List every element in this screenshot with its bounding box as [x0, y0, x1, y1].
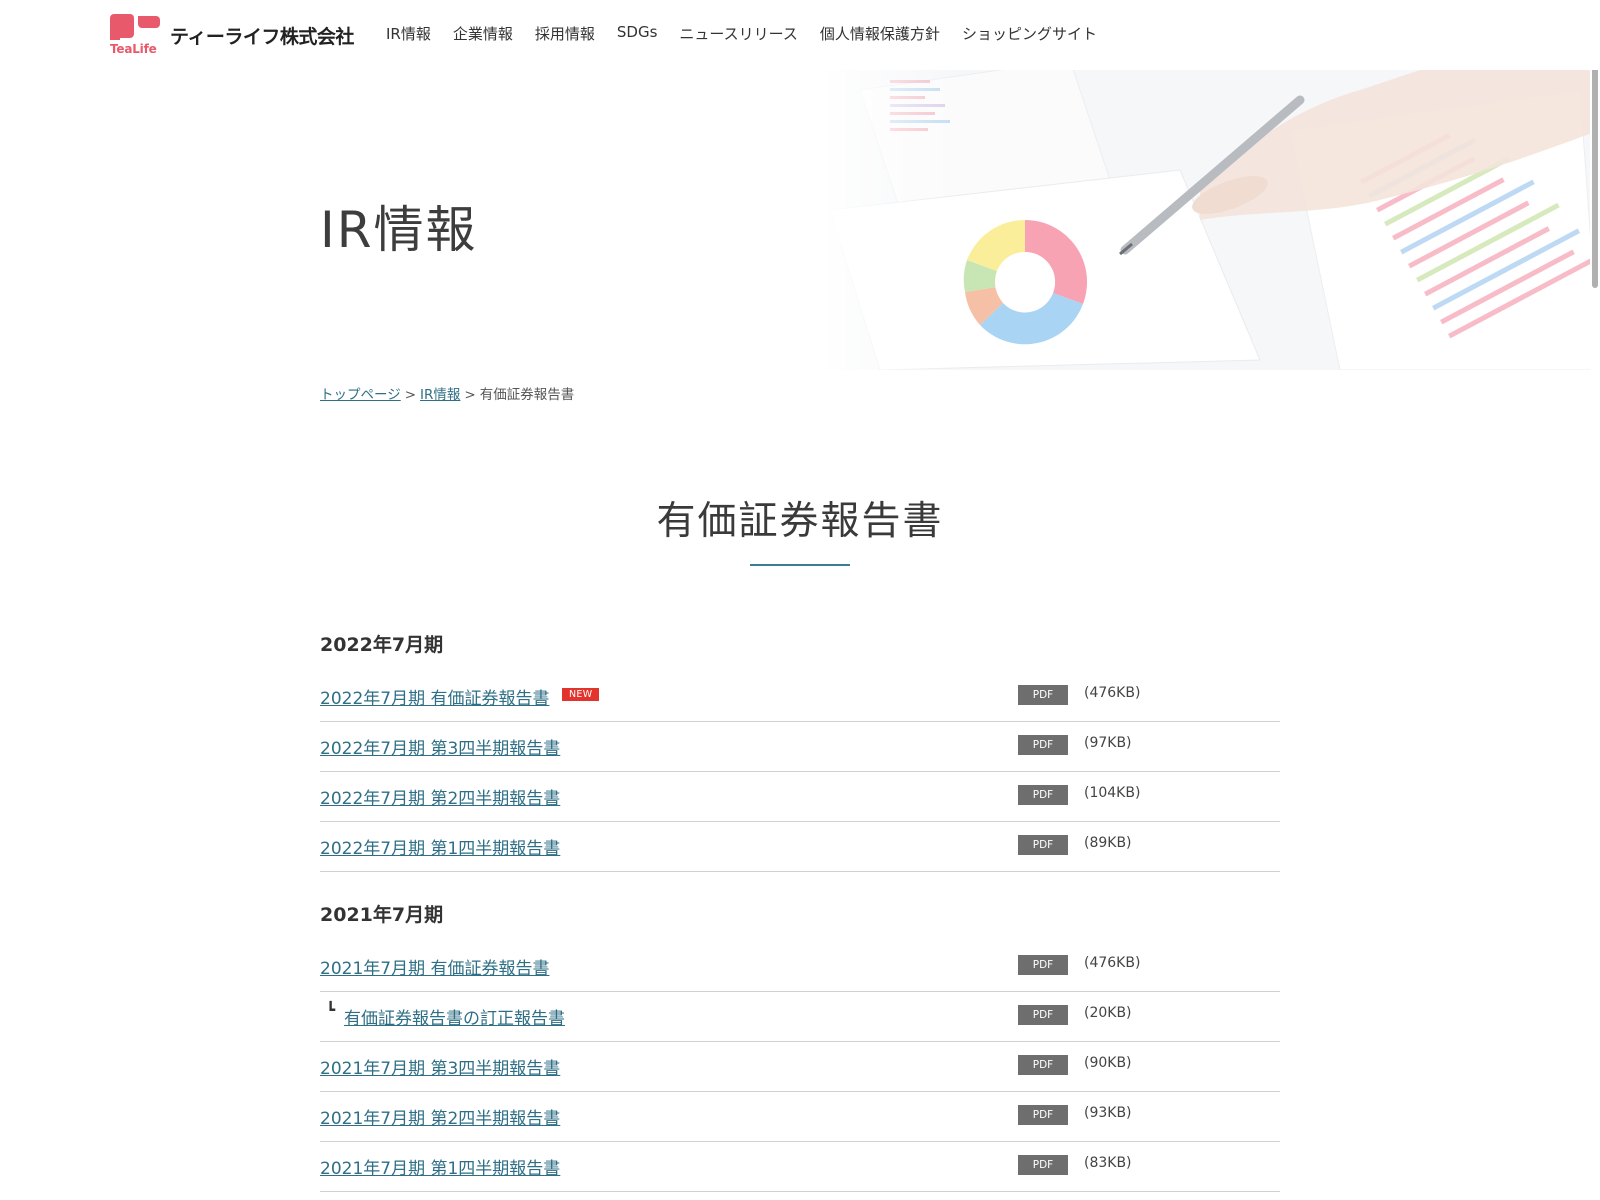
title-underline	[750, 564, 850, 566]
main-nav: IR情報 企業情報 採用情報 SDGs ニュースリリース 個人情報保護方針 ショ…	[386, 23, 1097, 44]
year-group-2021: 2021年7月期 2021年7月期 有価証券報告書 PDF (476KB) ┗ …	[320, 898, 1280, 1192]
section-title: 有価証券報告書	[656, 499, 944, 544]
document-link[interactable]: 2022年7月期 第2四半期報告書	[320, 784, 560, 809]
breadcrumb-top[interactable]: トップページ	[320, 387, 401, 403]
nav-ir[interactable]: IR情報	[386, 23, 431, 44]
document-list: 2022年7月期 2022年7月期 有価証券報告書 NEW PDF (476KB…	[320, 628, 1280, 1192]
document-link[interactable]: 2021年7月期 第1四半期報告書	[320, 1154, 560, 1179]
breadcrumb: トップページ > IR情報 > 有価証券報告書	[320, 383, 574, 403]
file-size: (90KB)	[1084, 1055, 1132, 1071]
file-size: (83KB)	[1084, 1155, 1132, 1171]
nav-company[interactable]: 企業情報	[453, 23, 513, 44]
pdf-icon[interactable]: PDF	[1018, 835, 1068, 855]
nav-shopping[interactable]: ショッピングサイト	[962, 23, 1097, 44]
list-item: 2021年7月期 有価証券報告書 PDF (476KB)	[320, 942, 1280, 992]
hero-chart-illustration	[820, 70, 1600, 370]
list-item: 2021年7月期 第3四半期報告書 PDF (90KB)	[320, 1042, 1280, 1092]
breadcrumb-separator: >	[464, 387, 476, 403]
nav-privacy[interactable]: 個人情報保護方針	[820, 23, 940, 44]
company-name[interactable]: ティーライフ株式会社	[170, 22, 354, 49]
nav-news[interactable]: ニュースリリース	[679, 23, 798, 44]
list-item: 2022年7月期 第1四半期報告書 PDF (89KB)	[320, 822, 1280, 872]
list-item: 2022年7月期 第2四半期報告書 PDF (104KB)	[320, 772, 1280, 822]
document-link[interactable]: 2022年7月期 第1四半期報告書	[320, 834, 560, 859]
list-item: 2022年7月期 第3四半期報告書 PDF (97KB)	[320, 722, 1280, 772]
file-size: (89KB)	[1084, 835, 1132, 851]
list-item: 2021年7月期 第1四半期報告書 PDF (83KB)	[320, 1142, 1280, 1192]
breadcrumb-current: 有価証券報告書	[479, 387, 575, 403]
document-link[interactable]: 2022年7月期 第3四半期報告書	[320, 734, 560, 759]
pdf-icon[interactable]: PDF	[1018, 1055, 1068, 1075]
new-badge: NEW	[562, 688, 600, 701]
logo-text: TeaLife	[110, 42, 157, 56]
hero: IR情報	[0, 70, 1600, 370]
sub-item-mark-icon: ┗	[326, 1001, 336, 1019]
page-scrollbar[interactable]	[1590, 0, 1600, 1200]
year-heading: 2022年7月期	[320, 634, 444, 656]
document-link[interactable]: 2021年7月期 有価証券報告書	[320, 954, 549, 979]
year-group-2022: 2022年7月期 2022年7月期 有価証券報告書 NEW PDF (476KB…	[320, 628, 1280, 872]
site-header: TeaLife ティーライフ株式会社 IR情報 企業情報 採用情報 SDGs ニ…	[0, 0, 1600, 70]
document-link[interactable]: 2022年7月期 有価証券報告書	[320, 684, 549, 709]
breadcrumb-separator: >	[404, 387, 417, 403]
document-link[interactable]: 2021年7月期 第2四半期報告書	[320, 1104, 560, 1129]
document-link[interactable]: 2021年7月期 第3四半期報告書	[320, 1054, 560, 1079]
list-item: 2022年7月期 有価証券報告書 NEW PDF (476KB)	[320, 672, 1280, 722]
file-size: (93KB)	[1084, 1105, 1132, 1121]
file-size: (476KB)	[1084, 955, 1141, 971]
file-size: (104KB)	[1084, 785, 1141, 801]
page-title: IR情報	[320, 201, 478, 259]
pdf-icon[interactable]: PDF	[1018, 735, 1068, 755]
pdf-icon[interactable]: PDF	[1018, 955, 1068, 975]
pdf-icon[interactable]: PDF	[1018, 1105, 1068, 1125]
file-size: (20KB)	[1084, 1005, 1132, 1021]
pdf-icon[interactable]: PDF	[1018, 1155, 1068, 1175]
nav-sdgs[interactable]: SDGs	[617, 23, 658, 44]
year-heading: 2021年7月期	[320, 904, 444, 926]
file-size: (476KB)	[1084, 685, 1141, 701]
breadcrumb-ir[interactable]: IR情報	[420, 387, 460, 403]
pdf-icon[interactable]: PDF	[1018, 1005, 1068, 1025]
pdf-icon[interactable]: PDF	[1018, 685, 1068, 705]
nav-recruit[interactable]: 採用情報	[535, 23, 595, 44]
hero-image	[820, 70, 1600, 370]
document-link[interactable]: 有価証券報告書の訂正報告書	[344, 1004, 565, 1029]
tealife-logo[interactable]: TeaLife	[110, 14, 162, 56]
file-size: (97KB)	[1084, 735, 1132, 751]
list-item: 2021年7月期 第2四半期報告書 PDF (93KB)	[320, 1092, 1280, 1142]
pdf-icon[interactable]: PDF	[1018, 785, 1068, 805]
list-item: ┗ 有価証券報告書の訂正報告書 PDF (20KB)	[320, 992, 1280, 1042]
